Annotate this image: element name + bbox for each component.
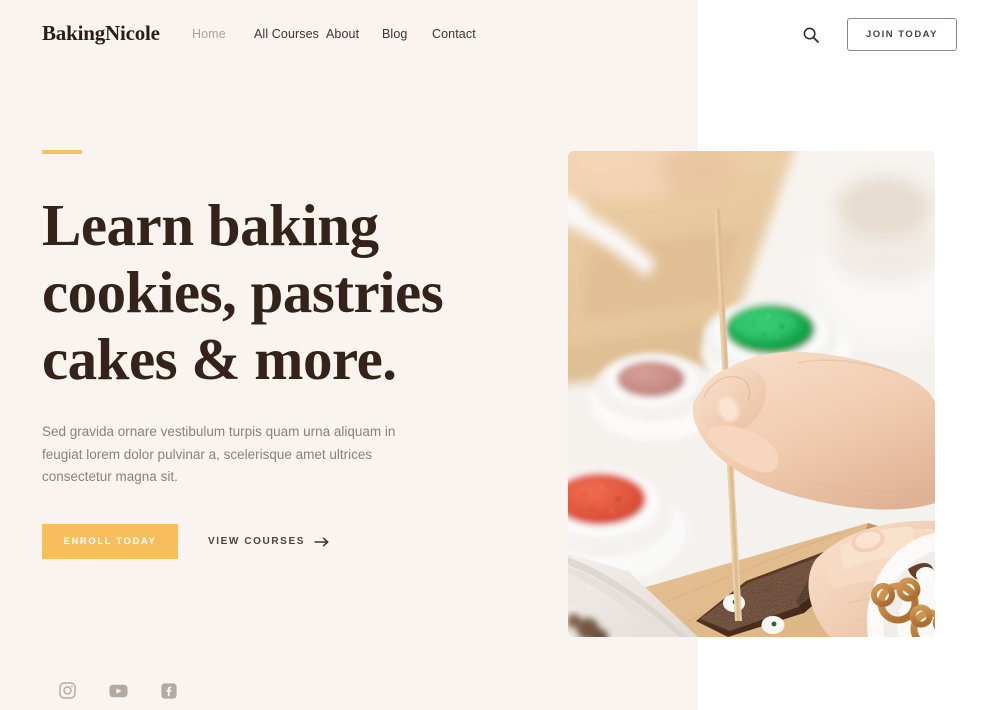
page-title-line: Learn baking	[42, 192, 379, 258]
instagram-icon[interactable]	[59, 682, 76, 704]
nav-item-home[interactable]: Home	[192, 27, 254, 41]
page-title: Learn baking cookies, pastries cakes & mor…	[42, 192, 582, 393]
youtube-icon[interactable]	[109, 684, 128, 703]
join-today-button[interactable]: JOIN TODAY	[847, 18, 957, 51]
site-header: BakingNicole Home All Courses About Blog…	[0, 0, 1000, 70]
search-icon[interactable]	[801, 25, 821, 45]
enroll-today-button[interactable]: ENROLL TODAY	[42, 524, 178, 559]
nav-item-contact[interactable]: Contact	[432, 27, 492, 41]
gold-accent-bar	[42, 150, 82, 154]
site-logo[interactable]: BakingNicole	[42, 21, 160, 46]
hero-image	[568, 151, 935, 637]
hero-subtext: Sed gravida ornare vestibulum turpis qua…	[42, 424, 396, 484]
nav-item-all-courses[interactable]: All Courses	[254, 27, 326, 41]
nav-item-about[interactable]: About	[326, 27, 382, 41]
nav-item-blog[interactable]: Blog	[382, 27, 432, 41]
main-navigation: Home All Courses About Blog Contact	[192, 27, 492, 41]
hero-photo-illustration	[568, 151, 935, 637]
hero-cta-row: ENROLL TODAY VIEW COURSES	[42, 524, 330, 559]
page-title-line: cookies, pastries	[42, 259, 444, 325]
social-links	[59, 682, 177, 704]
view-courses-label: VIEW COURSES	[208, 536, 305, 547]
page-title-line: cakes & more.	[42, 326, 397, 392]
arrow-right-icon	[314, 537, 330, 547]
view-courses-link[interactable]: VIEW COURSES	[208, 536, 330, 547]
facebook-icon[interactable]	[161, 682, 177, 704]
